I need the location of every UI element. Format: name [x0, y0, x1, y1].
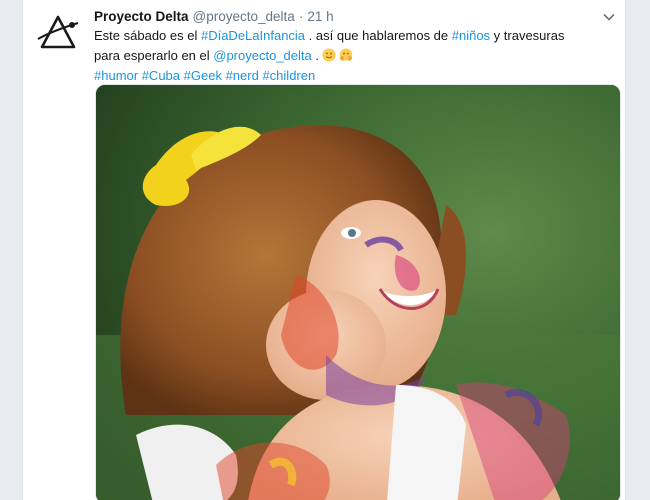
hashtag-link[interactable]: #humor	[94, 68, 138, 83]
text-segment: . así que hablaremos de	[305, 28, 452, 43]
tweet-text: Este sábado es el #DíaDeLaInfancia . así…	[94, 26, 614, 86]
child-painted-face-photo	[96, 85, 620, 500]
avatar[interactable]	[35, 10, 81, 56]
smiling-face-emoji-icon	[322, 48, 336, 62]
tweet-text-line-1: Este sábado es el #DíaDeLaInfancia . así…	[94, 26, 614, 46]
hashtag-link[interactable]: #nerd	[226, 68, 259, 83]
timeline-column: Proyecto Delta @proyecto_delta · 21 h Es…	[22, 0, 626, 500]
text-segment: y travesuras	[490, 28, 565, 43]
hashtag-link[interactable]: #children	[262, 68, 315, 83]
hashtag-link[interactable]: #Geek	[184, 68, 222, 83]
proyecto-delta-logo-icon	[37, 15, 79, 49]
chevron-down-icon	[603, 13, 615, 21]
tweet-photo[interactable]	[95, 84, 621, 500]
header-separator: ·	[298, 9, 304, 24]
text-segment: .	[311, 48, 319, 63]
tweet-header: Proyecto Delta @proyecto_delta · 21 h	[94, 8, 334, 26]
tweet-menu-button[interactable]	[601, 10, 617, 24]
text-segment: Este sábado es el	[94, 28, 201, 43]
hashtag-link[interactable]: #DíaDeLaInfancia	[201, 28, 305, 43]
author-name[interactable]: Proyecto Delta	[94, 8, 189, 26]
author-handle[interactable]: @proyecto_delta	[193, 8, 295, 26]
hashtag-list: #humor #Cuba #Geek #nerd #children	[94, 66, 614, 86]
tweet-card[interactable]: Proyecto Delta @proyecto_delta · 21 h Es…	[23, 0, 625, 500]
hashtag-link[interactable]: #niños	[452, 28, 490, 43]
hashtag-link[interactable]: #Cuba	[142, 68, 180, 83]
mention-link[interactable]: @proyecto_delta	[213, 48, 311, 63]
tweet-text-line-2: para esperarlo en el @proyecto_delta .	[94, 46, 614, 66]
text-segment: para esperarlo en el	[94, 48, 214, 63]
tweet-timestamp[interactable]: 21 h	[307, 8, 333, 26]
face-with-hands-emoji-icon	[339, 48, 352, 61]
